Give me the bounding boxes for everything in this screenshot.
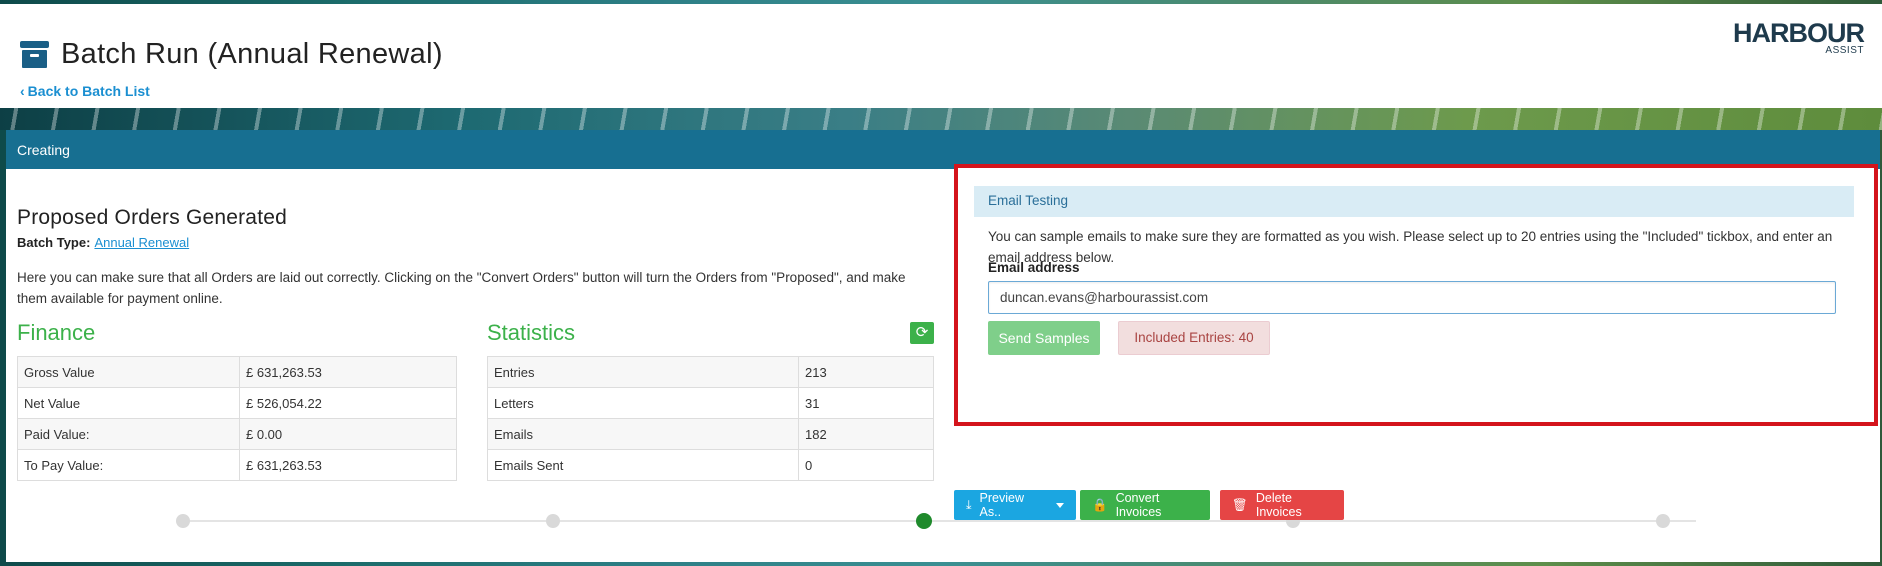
convert-invoices-button[interactable]: 🔒 Convert Invoices: [1080, 490, 1210, 520]
batch-type-line: Batch Type: Annual Renewal: [17, 235, 937, 250]
lock-icon: 🔒: [1092, 497, 1108, 512]
chevron-left-icon: ‹: [20, 83, 25, 99]
email-address-label: Email address: [988, 260, 1080, 275]
finance-title: Finance: [17, 320, 96, 345]
table-row: Paid Value: £ 0.00: [17, 418, 457, 450]
step-dot-active: [916, 513, 932, 529]
title-wrap: Batch Run (Annual Renewal): [20, 38, 443, 71]
page-header: Batch Run (Annual Renewal) ‹ Back to Bat…: [0, 4, 1882, 108]
step-dot: [546, 514, 560, 528]
proposed-orders-section: Proposed Orders Generated Batch Type: Ann…: [17, 206, 937, 309]
included-entries-badge: Included Entries: 40: [1118, 321, 1270, 355]
table-row: Emails 182: [487, 418, 934, 450]
table-row: To Pay Value: £ 631,263.53: [17, 449, 457, 481]
email-testing-description: You can sample emails to make sure they …: [988, 229, 1833, 265]
email-address-input[interactable]: [988, 281, 1836, 314]
delete-invoices-button[interactable]: 🗑 Delete Invoices: [1220, 490, 1344, 520]
batch-type-link[interactable]: Annual Renewal: [94, 235, 189, 250]
statistics-section: Statistics ⟳ Entries 213 Letters 31 Emails…: [487, 320, 934, 481]
table-row: Letters 31: [487, 387, 934, 419]
refresh-icon[interactable]: ⟳: [910, 322, 934, 344]
statistics-table: Entries 213 Letters 31 Emails 182 Emails Se…: [487, 356, 934, 481]
email-testing-card: Email Testing You can sample emails to m…: [954, 164, 1878, 426]
batch-panel: Creating Proposed Orders Generated Batch…: [6, 130, 1880, 562]
caret-down-icon: [1056, 502, 1064, 508]
step-dot: [176, 514, 190, 528]
preview-as-button[interactable]: ⤓ Preview As..: [954, 490, 1076, 520]
progress-stepper: [176, 513, 1696, 529]
harbour-assist-logo: HARBOUR ASSIST: [1733, 18, 1865, 56]
send-samples-button[interactable]: Send Samples: [988, 321, 1100, 355]
proposed-orders-heading: Proposed Orders Generated: [17, 206, 287, 229]
table-row: Entries 213: [487, 356, 934, 388]
back-to-batch-list-link[interactable]: ‹ Back to Batch List: [20, 83, 150, 99]
batch-type-label: Batch Type:: [17, 235, 91, 250]
archive-box-icon: [20, 41, 49, 68]
back-link-label: Back to Batch List: [27, 83, 150, 99]
table-row: Gross Value £ 631,263.53: [17, 356, 457, 388]
description-text: Here you can make sure that all Orders a…: [17, 270, 906, 306]
page-title: Batch Run (Annual Renewal): [61, 38, 443, 70]
table-row: Net Value £ 526,054.22: [17, 387, 457, 419]
step-dot: [1656, 514, 1670, 528]
finance-section: Finance Gross Value £ 631,263.53 Net Valu…: [17, 320, 457, 481]
finance-table: Gross Value £ 631,263.53 Net Value £ 526,0…: [17, 356, 457, 481]
trash-icon: 🗑: [1232, 497, 1248, 512]
statistics-title: Statistics: [487, 320, 576, 345]
email-testing-header: Email Testing: [974, 186, 1854, 217]
download-icon: ⤓: [966, 497, 972, 512]
table-row: Emails Sent 0: [487, 449, 934, 481]
background-image-strip: [0, 108, 1882, 130]
